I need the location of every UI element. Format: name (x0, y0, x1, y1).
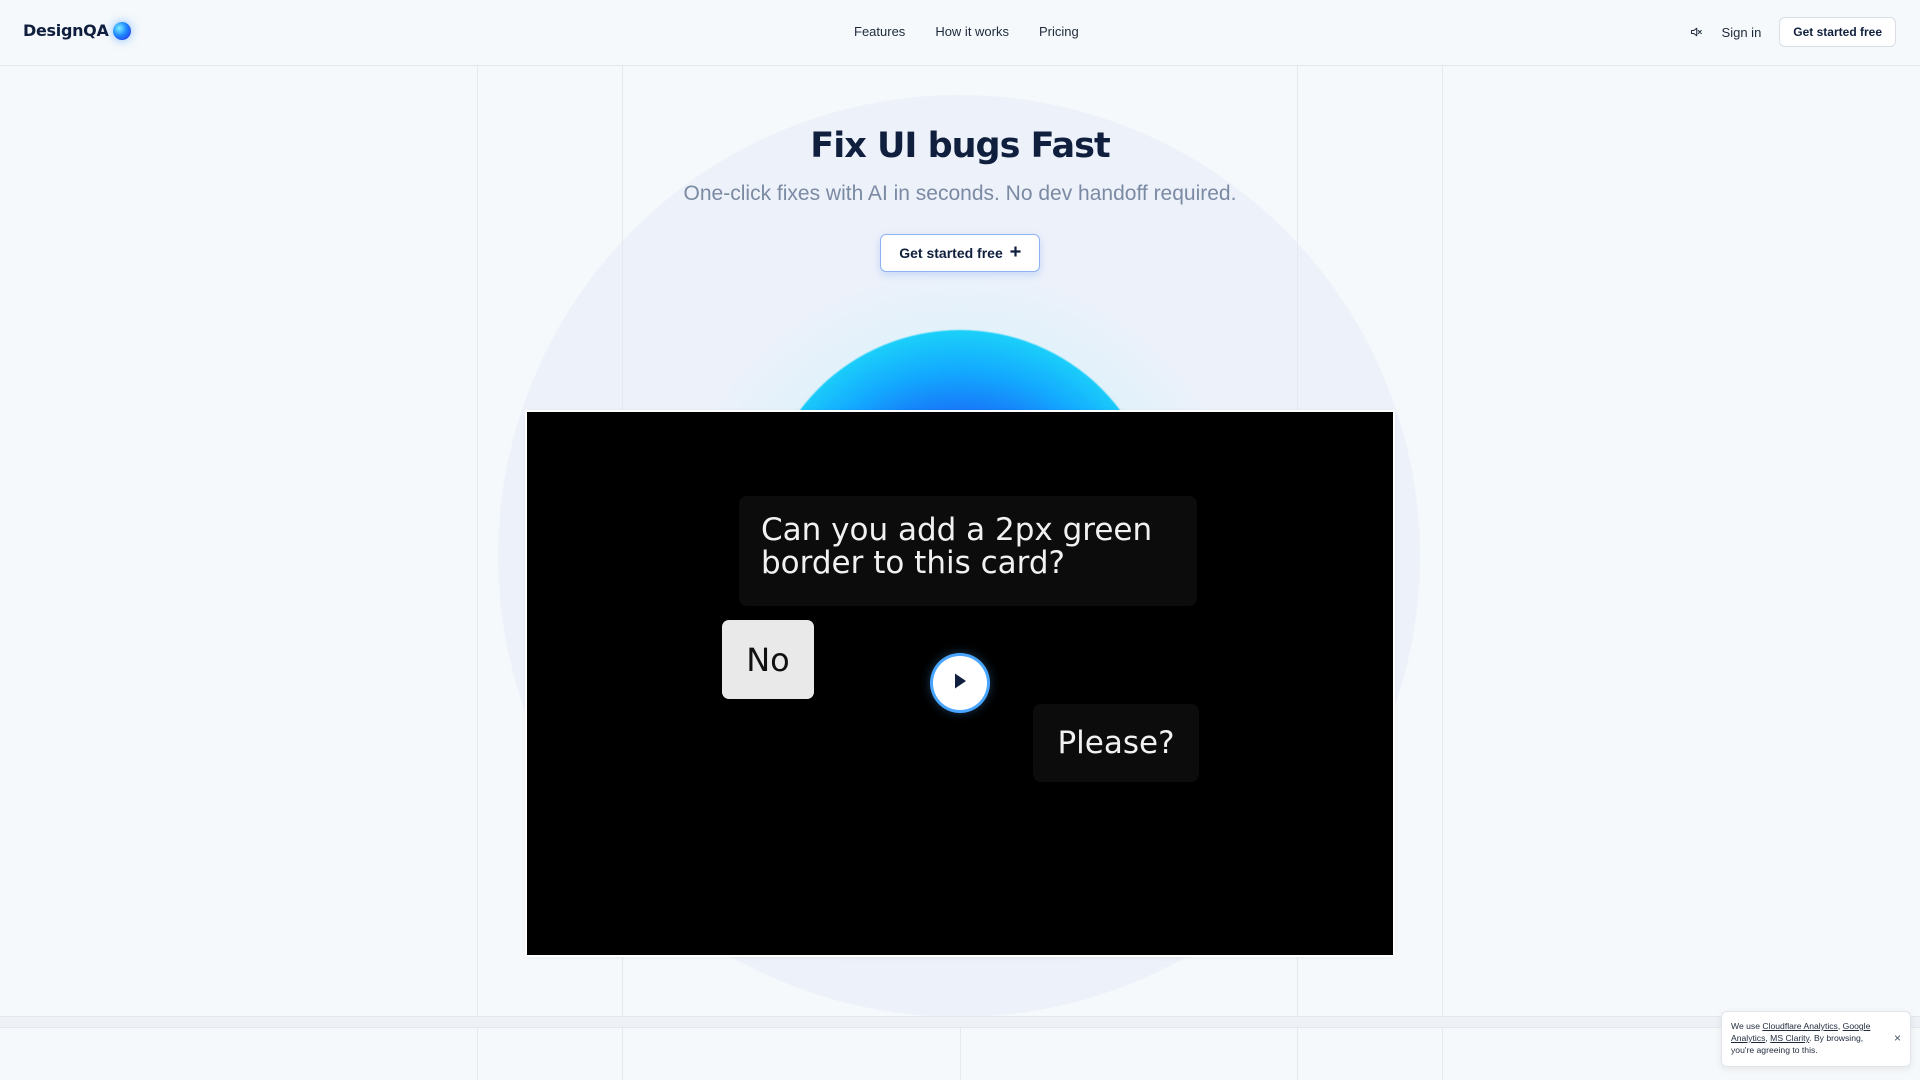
close-icon[interactable]: × (1894, 1032, 1901, 1044)
ms-clarity-link[interactable]: MS Clarity (1770, 1033, 1809, 1043)
cookie-banner: We use Cloudflare Analytics, Google Anal… (1721, 1011, 1911, 1067)
section-divider (0, 1016, 1920, 1028)
grid-line (477, 66, 478, 1016)
header-get-started-button[interactable]: Get started free (1779, 17, 1896, 47)
logo-text: DesignQA (23, 21, 109, 40)
nav-link-how-it-works[interactable]: How it works (935, 24, 1009, 39)
cloudflare-analytics-link[interactable]: Cloudflare Analytics (1762, 1021, 1837, 1031)
chat-bubble-please: Please? (1033, 704, 1199, 782)
hero-subtitle: One-click fixes with AI in seconds. No d… (683, 182, 1237, 205)
hero-cta-label: Get started free (899, 245, 1003, 261)
sign-in-link[interactable]: Sign in (1722, 25, 1762, 40)
grid-line (1442, 1028, 1443, 1080)
plus-icon (1010, 245, 1021, 261)
grid-line (960, 1028, 961, 1080)
chat-bubble-question: Can you add a 2px green border to this c… (739, 496, 1197, 606)
demo-video[interactable]: Can you add a 2px green border to this c… (527, 412, 1393, 955)
nav-link-pricing[interactable]: Pricing (1039, 24, 1079, 39)
play-button[interactable] (933, 656, 987, 710)
grid-line (1297, 1028, 1298, 1080)
logo-orb-icon (112, 21, 131, 40)
hero-title: Fix UI bugs Fast (810, 126, 1110, 166)
nav-link-features[interactable]: Features (854, 24, 905, 39)
main-nav: Features How it works Pricing (854, 24, 1079, 39)
grid-line (477, 1028, 478, 1080)
play-icon (952, 672, 968, 695)
cookie-text-prefix: We use (1731, 1021, 1763, 1031)
chat-bubble-no: No (722, 620, 814, 699)
header-actions: Sign in Get started free (1688, 17, 1896, 47)
hero-get-started-button[interactable]: Get started free (880, 234, 1040, 272)
site-header: DesignQA Features How it works Pricing S… (0, 0, 1920, 66)
volume-mute-icon[interactable] (1688, 24, 1704, 40)
grid-line (622, 1028, 623, 1080)
grid-line (1442, 66, 1443, 1016)
logo[interactable]: DesignQA (23, 21, 131, 40)
